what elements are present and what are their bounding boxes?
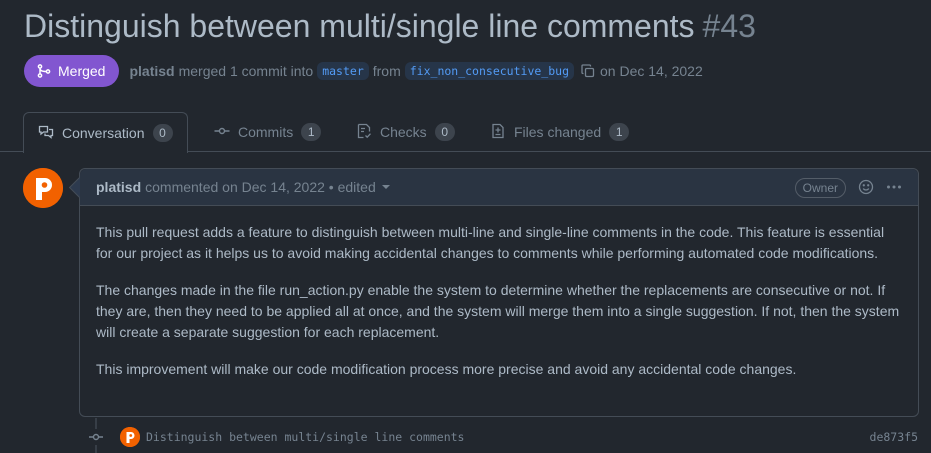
comment-discussion-icon bbox=[38, 124, 54, 143]
tab-conversation-count: 0 bbox=[152, 124, 173, 142]
owner-badge: Owner bbox=[794, 178, 846, 198]
merge-text: merged 1 commit into bbox=[178, 63, 314, 79]
comment-paragraph: This improvement will make our code modi… bbox=[96, 361, 797, 377]
merged-state-badge: Merged bbox=[24, 55, 120, 87]
comment-meta[interactable]: commented on Dec 14, 2022 • edited bbox=[145, 179, 376, 195]
tab-commits-count: 1 bbox=[301, 123, 322, 141]
timeline-commit-row: Distinguish between multi/single line co… bbox=[86, 426, 918, 448]
comment-box: platisd commented on Dec 14, 2022 • edit… bbox=[79, 168, 919, 417]
avatar[interactable] bbox=[23, 168, 63, 208]
tab-checks-label: Checks bbox=[380, 124, 427, 140]
smiley-icon[interactable] bbox=[858, 179, 874, 198]
head-branch-link[interactable]: fix_non_consecutive_bug bbox=[404, 62, 574, 80]
kebab-horizontal-icon[interactable] bbox=[886, 179, 902, 198]
commit-sha-link[interactable]: de873f5 bbox=[870, 430, 918, 444]
pr-title-row: Distinguish between multi/single line co… bbox=[24, 4, 756, 48]
comment-header: platisd commented on Dec 14, 2022 • edit… bbox=[80, 169, 918, 206]
git-merge-icon bbox=[36, 63, 52, 79]
comment-author-link[interactable]: platisd bbox=[96, 179, 141, 195]
tab-files-changed-count: 1 bbox=[609, 123, 630, 141]
pr-author-link[interactable]: platisd bbox=[129, 63, 174, 79]
merge-text-from: from bbox=[372, 63, 401, 79]
tab-files-changed-label: Files changed bbox=[514, 124, 602, 140]
comment-body: This pull request adds a feature to dist… bbox=[80, 206, 918, 380]
pr-title: Distinguish between multi/single line co… bbox=[24, 8, 695, 44]
tab-commits-label: Commits bbox=[238, 124, 294, 140]
file-diff-icon bbox=[490, 123, 506, 142]
pr-tabs: Conversation 0 Commits 1 Checks 0 Files … bbox=[0, 112, 931, 153]
state-label: Merged bbox=[58, 63, 106, 79]
copy-icon[interactable] bbox=[580, 63, 596, 79]
checklist-icon bbox=[356, 123, 372, 142]
comment-paragraph: The changes made in the file run_action.… bbox=[96, 282, 900, 340]
tab-files-changed[interactable]: Files changed 1 bbox=[476, 112, 643, 152]
tab-checks[interactable]: Checks 0 bbox=[342, 112, 469, 152]
tab-conversation-label: Conversation bbox=[62, 125, 145, 141]
tab-conversation[interactable]: Conversation 0 bbox=[23, 112, 188, 153]
git-commit-icon bbox=[214, 123, 230, 142]
comment-paragraph: This pull request adds a feature to dist… bbox=[96, 224, 885, 261]
tab-checks-count: 0 bbox=[434, 123, 455, 141]
pr-number: #43 bbox=[702, 8, 756, 44]
pr-meta-row: Merged platisd merged 1 commit into mast… bbox=[24, 55, 703, 87]
merge-date: on Dec 14, 2022 bbox=[600, 63, 703, 79]
git-commit-icon bbox=[86, 429, 106, 445]
chevron-down-icon[interactable] bbox=[381, 185, 390, 189]
base-branch-link[interactable]: master bbox=[317, 62, 369, 80]
tab-commits[interactable]: Commits 1 bbox=[200, 112, 335, 152]
commit-author-avatar[interactable] bbox=[120, 427, 140, 447]
commit-message-link[interactable]: Distinguish between multi/single line co… bbox=[146, 430, 465, 444]
